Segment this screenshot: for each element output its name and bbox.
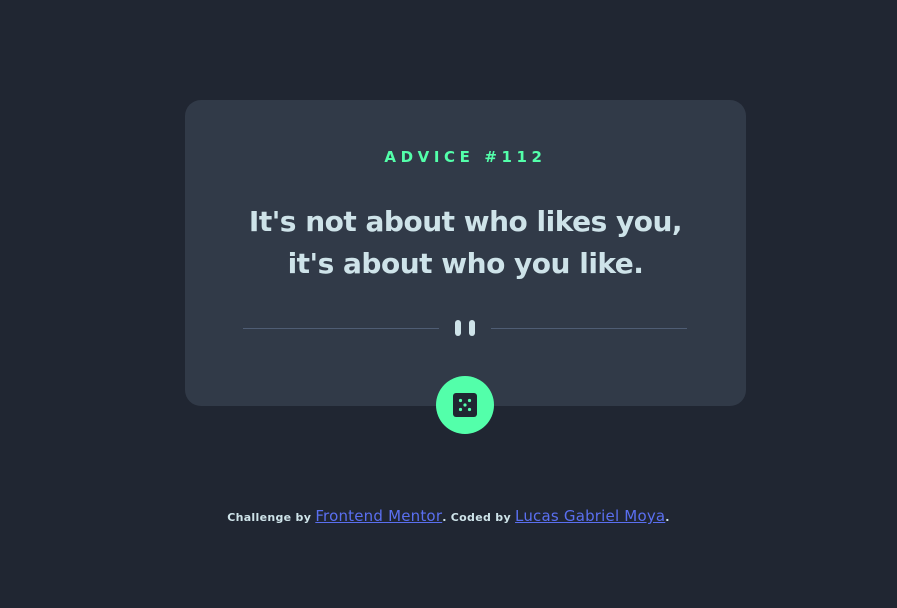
advice-card: ADVICE #112 It's not about who likes you… <box>185 100 746 406</box>
advice-quote: It's not about who likes you, it's about… <box>248 205 683 280</box>
author-link[interactable]: Lucas Gabriel Moya <box>515 507 665 525</box>
dice-icon <box>453 393 477 417</box>
attribution-challenge-prefix: Challenge by <box>227 511 316 524</box>
frontend-mentor-link[interactable]: Frontend Mentor <box>315 507 442 525</box>
divider-line-right <box>491 328 687 329</box>
advice-id-label: ADVICE #112 <box>384 148 547 166</box>
generate-advice-button[interactable] <box>436 376 494 434</box>
divider <box>243 319 687 337</box>
attribution: Challenge by Frontend Mentor. Coded by L… <box>0 507 897 525</box>
attribution-suffix: . <box>665 511 670 524</box>
divider-line-left <box>243 328 439 329</box>
attribution-coded-prefix: . Coded by <box>442 511 516 524</box>
pause-icon <box>455 320 475 336</box>
